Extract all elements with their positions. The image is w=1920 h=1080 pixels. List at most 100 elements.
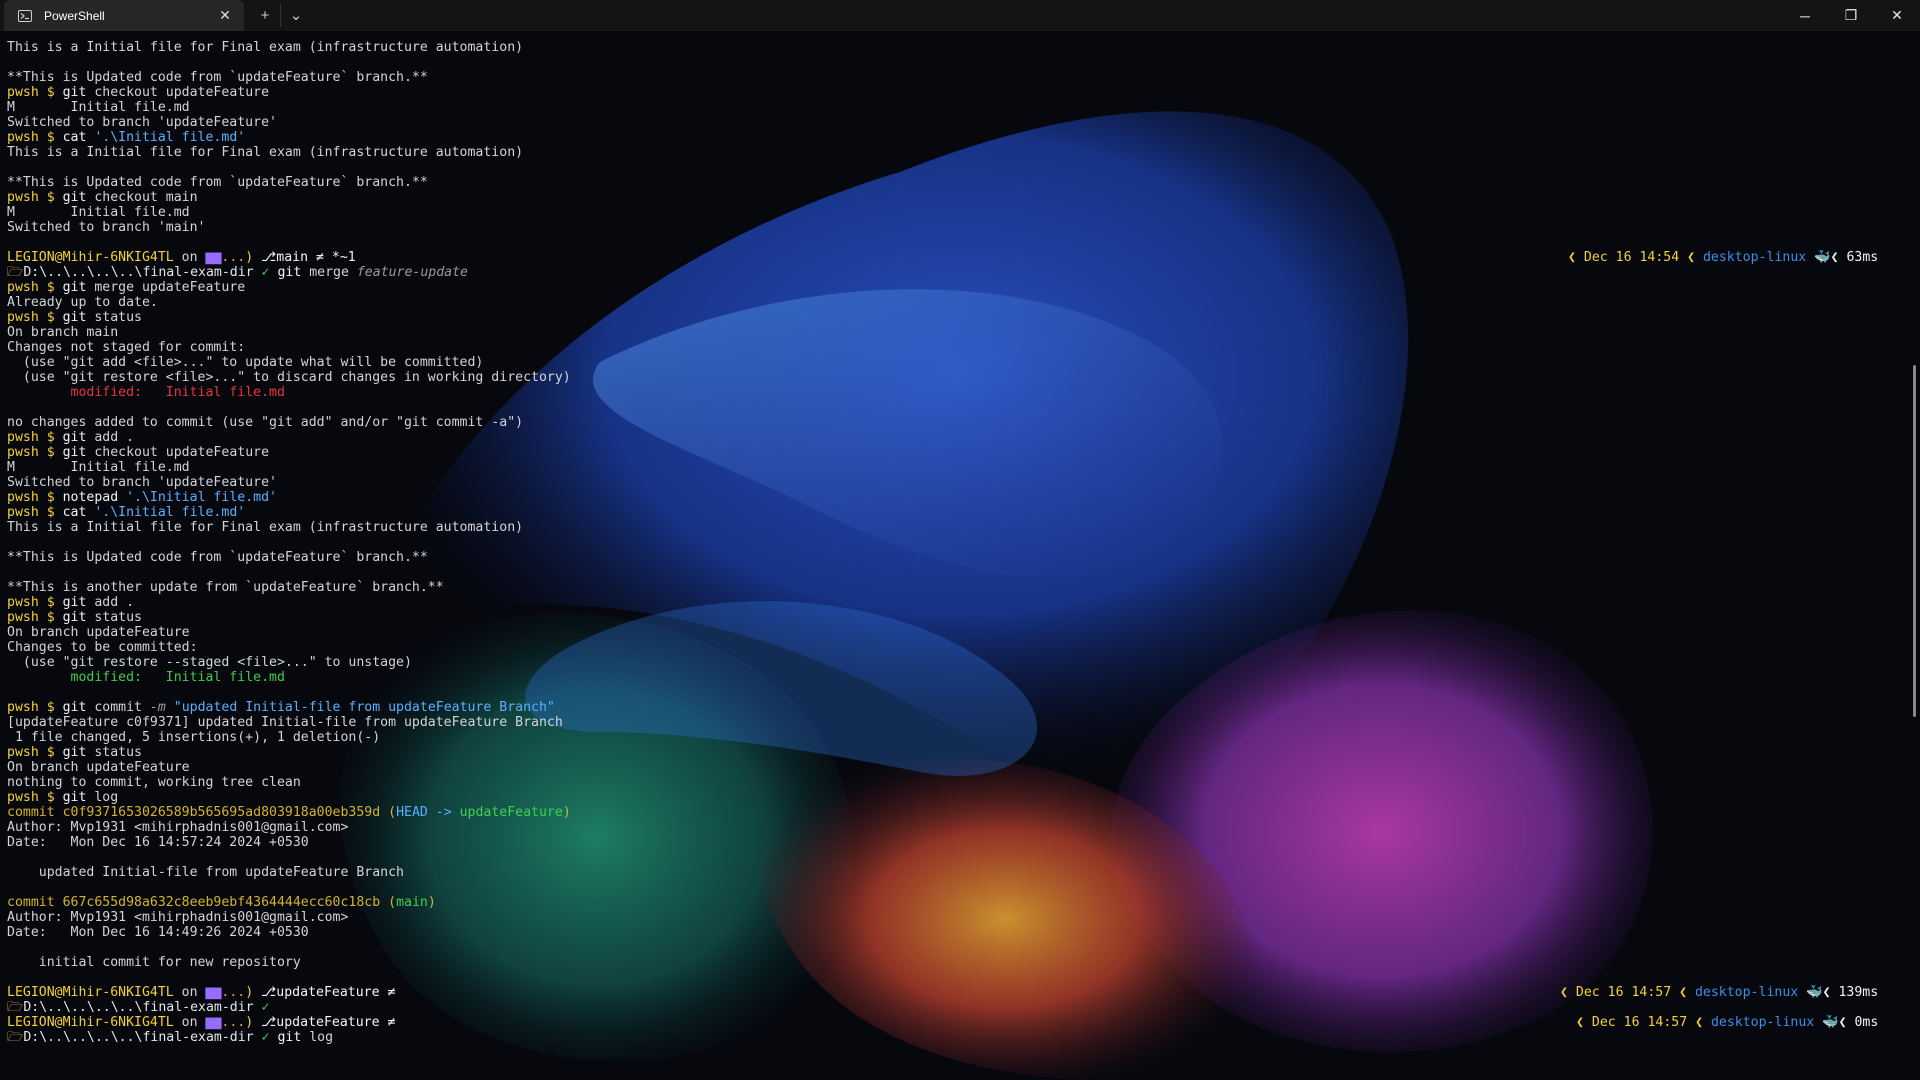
terminal-line: **This is Updated code from `updateFeatu… [7,550,1897,565]
terminal-text: ) [245,985,262,1000]
terminal-text: merge [309,265,357,280]
terminal-text: no changes added to commit (use "git add… [7,415,524,430]
terminal-text: ) [427,895,436,910]
terminal-text: commit [94,700,150,715]
terminal-text: git [277,265,310,280]
chevron-down-icon[interactable]: ⌄ [281,3,311,27]
right-prompt-text: ❮ Dec 16 14:57 ❮ [1560,985,1695,1000]
terminal-text: checkout updateFeature [94,85,270,100]
terminal-line: This is a Initial file for Final exam (i… [7,145,1897,160]
terminal-line: LEGION@Mihir-6NKIG4TL on ▆▆...) ⎇updateF… [7,1015,1897,1030]
terminal-text: M Initial file.md [7,460,190,475]
terminal-text: pwsh $ [7,130,63,145]
terminal-line: pwsh $ cat '.\Initial file.md' [7,130,1897,145]
terminal-line: Changes not staged for commit: [7,340,1897,355]
terminal-text: git [62,790,95,805]
terminal-line: pwsh $ git commit -m "updated Initial-fi… [7,700,1897,715]
terminal-text: on [181,985,206,1000]
terminal-output[interactable]: This is a Initial file for Final exam (i… [7,40,1897,1070]
terminal-line: **This is Updated code from `updateFeatu… [7,175,1897,190]
terminal-text: This is a Initial file for Final exam (i… [7,145,524,160]
terminal-line: pwsh $ git merge updateFeature [7,280,1897,295]
right-prompt-text: ❮ 139ms [1822,985,1879,1000]
terminal-text: **This is Updated code from `updateFeatu… [7,550,428,565]
terminal-text: Author: Mvp1931 <mihirphadnis001@gmail.c… [7,910,349,925]
right-prompt-text: ❮ Dec 16 14:54 ❮ [1568,250,1703,265]
right-prompt-text: ❮ 0ms [1838,1015,1879,1030]
terminal-text: ▆▆ [205,1015,222,1030]
right-prompt-text: ❮ Dec 16 14:57 ❮ [1576,1015,1711,1030]
terminal-text: Switched to branch 'updateFeature' [7,475,277,490]
terminal-text: updated Initial-file from updateFeature … [7,865,404,880]
terminal-text: 🗁 [7,1000,24,1015]
new-tab-button[interactable]: + [250,3,281,27]
terminal-text: LEGION@Mihir-6NKIG4TL [7,250,182,265]
terminal-line: This is a Initial file for Final exam (i… [7,520,1897,535]
right-prompt: ❮ Dec 16 14:54 ❮ desktop-linux 🐳❮ 63ms [1568,250,1878,265]
right-prompt: ❮ Dec 16 14:57 ❮ desktop-linux 🐳❮ 139ms [1560,985,1878,1000]
terminal-text: (use "git add <file>..." to update what … [7,355,484,370]
terminal-line: (use "git restore --staged <file>..." to… [7,655,1897,670]
right-prompt: ❮ Dec 16 14:57 ❮ desktop-linux 🐳❮ 0ms [1576,1015,1878,1030]
terminal-text: git [277,1030,310,1045]
terminal-text: D:\..\..\..\..\final-exam-dir [23,1030,262,1045]
close-icon[interactable]: ✕ [216,7,234,24]
terminal-text: git [62,430,95,445]
terminal-text: Switched to branch 'main' [7,220,206,235]
terminal-line: pwsh $ git log [7,790,1897,805]
terminal-text: LEGION@Mihir-6NKIG4TL [7,1015,182,1030]
right-prompt-text: desktop-linux [1702,250,1815,265]
terminal-text: On branch updateFeature [7,625,190,640]
terminal-text: commit 667c655d98a632c8eeb9ebf4364444ecc… [7,895,389,910]
tab-powershell[interactable]: PowerShell ✕ [4,0,244,31]
close-window-button[interactable]: ✕ [1874,0,1920,31]
terminal-line: **This is Updated code from `updateFeatu… [7,70,1897,85]
terminal-line: This is a Initial file for Final exam (i… [7,40,1897,55]
terminal-text: git [62,700,95,715]
terminal-text: ⎇updateFeature ≠ [261,1015,396,1030]
terminal-text: git [62,85,95,100]
maximize-button[interactable]: ❐ [1828,0,1874,31]
terminal-text: ( [388,895,397,910]
terminal-text: [updateFeature c0f9371] updated Initial-… [7,715,563,730]
terminal-text: pwsh $ [7,505,63,520]
terminal-text: ⎇updateFeature ≠ [261,985,396,1000]
terminal-line: pwsh $ cat '.\Initial file.md' [7,505,1897,520]
terminal-line: Already up to date. [7,295,1897,310]
terminal-text: git [62,745,95,760]
terminal-text: modified: Initial file.md [7,670,285,685]
tab-title: PowerShell [44,8,105,23]
terminal-line: initial commit for new repository [7,955,1897,970]
terminal-line: no changes added to commit (use "git add… [7,415,1897,430]
terminal-text: This is a Initial file for Final exam (i… [7,40,524,55]
terminal-text: ▆▆ [205,250,222,265]
terminal-text: Author: Mvp1931 <mihirphadnis001@gmail.c… [7,820,349,835]
terminal-text: '.\Initial file.md' [94,505,246,520]
terminal-text: log [309,1030,334,1045]
terminal-text: 🗁 [7,265,24,280]
terminal-text: pwsh $ [7,430,63,445]
minimize-button[interactable]: ─ [1782,0,1828,31]
terminal-text: Changes not staged for commit: [7,340,246,355]
terminal-text: pwsh $ [7,790,63,805]
terminal-line: nothing to commit, working tree clean [7,775,1897,790]
terminal-text: checkout updateFeature [94,445,270,460]
terminal-text: updateFeature [459,805,563,820]
scrollbar[interactable] [1913,365,1916,717]
terminal-text: log [94,790,119,805]
terminal-line: pwsh $ git status [7,610,1897,625]
terminal-text: **This is another update from `updateFea… [7,580,444,595]
terminal-text: On branch updateFeature [7,760,190,775]
terminal-text: cat [62,505,95,520]
terminal-text: -m [149,700,174,715]
terminal-text: ✓ [261,265,278,280]
terminal-line: 1 file changed, 5 insertions(+), 1 delet… [7,730,1897,745]
terminal-text: ... [221,1015,246,1030]
terminal-text: pwsh $ [7,310,63,325]
terminal-text: git [62,190,95,205]
